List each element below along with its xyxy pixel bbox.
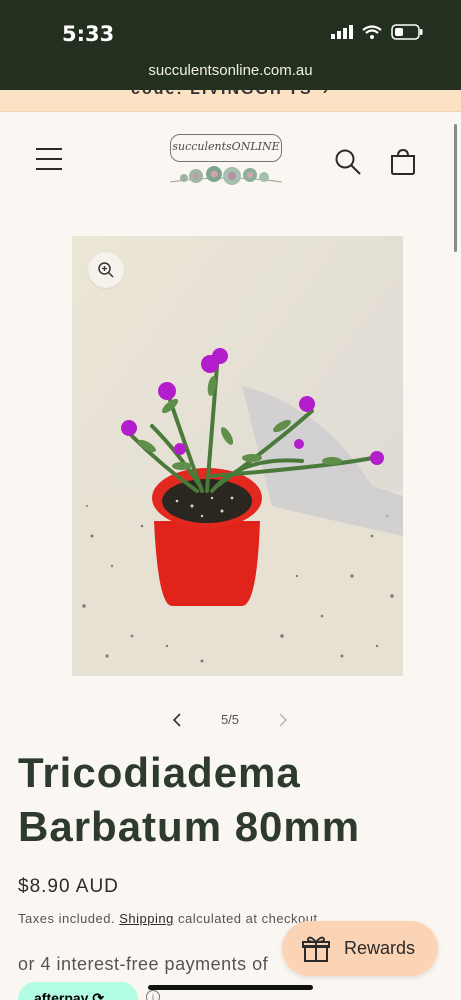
gallery-nav: 5/5	[160, 708, 300, 732]
site-logo[interactable]: succulentsONLINE	[166, 130, 286, 192]
announcement-bar[interactable]: code: LIVINGGIFTS ›	[0, 90, 461, 112]
announcement-text: code: LIVINGGIFTS ›	[0, 90, 461, 99]
zoom-button[interactable]	[88, 252, 124, 288]
signal-icon	[331, 25, 353, 39]
shipping-link[interactable]: Shipping	[119, 911, 174, 926]
afterpay-label: afterpay ⟳	[34, 990, 105, 1000]
product-photo	[72, 236, 403, 676]
wifi-icon	[362, 25, 382, 39]
gift-icon	[302, 936, 330, 962]
tax-prefix: Taxes included.	[18, 911, 116, 926]
site-header: succulentsONLINE	[0, 112, 461, 212]
product-title: Tricodiadema Barbatum 80mm	[18, 749, 361, 850]
product-price: $8.90 AUD	[18, 876, 119, 897]
url-bar[interactable]: succulentsonline.com.au	[0, 62, 461, 79]
battery-icon	[391, 24, 423, 40]
menu-button[interactable]	[36, 148, 62, 170]
status-time: 5:33	[62, 22, 115, 46]
payments-text: or 4 interest-free payments of	[18, 954, 269, 974]
rewards-label: Rewards	[344, 938, 416, 958]
succulent-logo-icon	[169, 166, 283, 185]
announcement-label: code: LIVINGGIFTS	[131, 90, 313, 98]
zoom-icon	[98, 262, 114, 278]
afterpay-badge[interactable]: afterpay ⟳	[18, 982, 138, 1000]
info-icon[interactable]: i	[146, 990, 160, 1000]
product-image[interactable]	[72, 236, 403, 676]
rewards-button[interactable]: Rewards	[282, 921, 438, 976]
arrow-right-icon: ›	[323, 90, 330, 98]
cart-icon[interactable]	[390, 148, 416, 176]
chevron-right-icon[interactable]	[276, 712, 290, 728]
search-icon[interactable]	[334, 148, 362, 176]
home-indicator[interactable]	[148, 985, 313, 990]
tax-note: Taxes included. Shipping calculated at c…	[18, 911, 322, 926]
status-icons	[331, 24, 423, 40]
scroll-indicator[interactable]	[454, 124, 457, 252]
status-bar: 5:33 succulentsonline.com.au	[0, 0, 461, 90]
